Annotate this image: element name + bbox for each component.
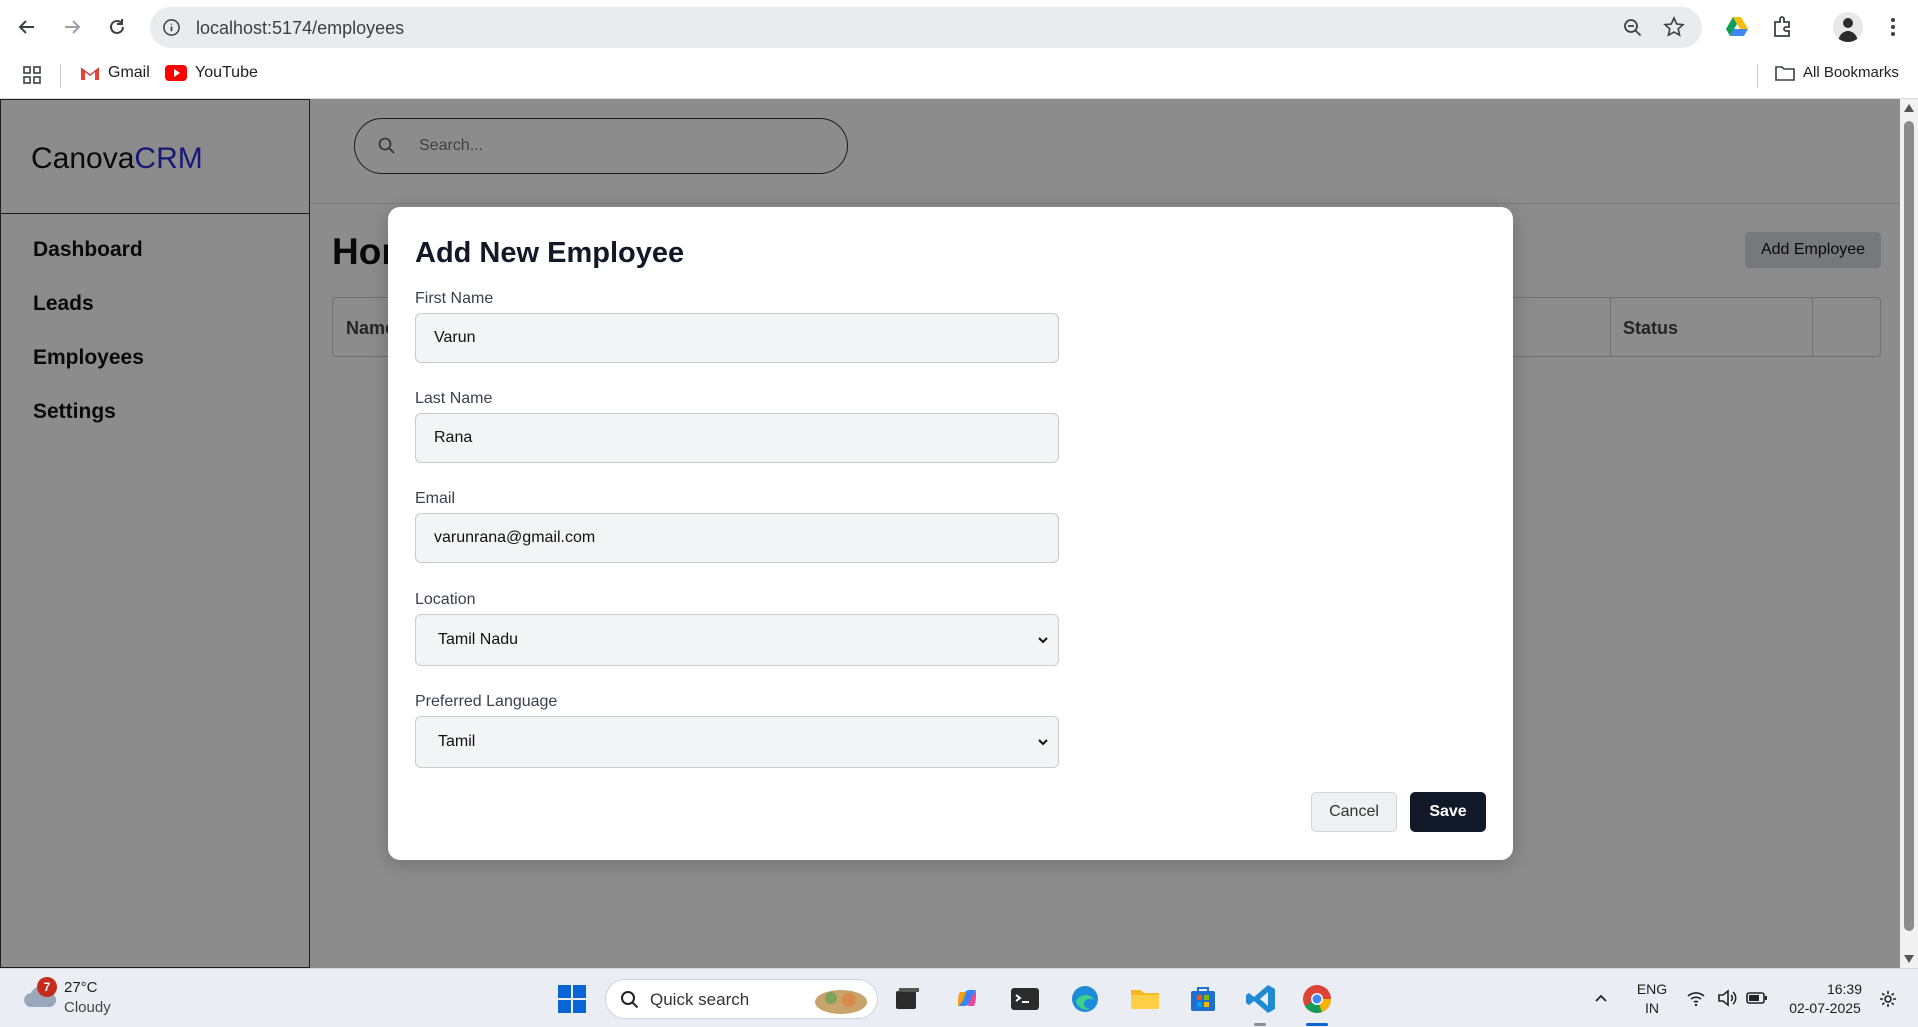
all-bookmarks-button[interactable]: All Bookmarks <box>1775 64 1899 81</box>
search-icon <box>621 991 639 1009</box>
google-drive-icon[interactable] <box>1724 14 1750 40</box>
email-field[interactable]: varunrana@gmail.com <box>415 513 1059 563</box>
divider <box>60 64 61 88</box>
all-bookmarks-label: All Bookmarks <box>1803 64 1899 81</box>
vscode-icon[interactable] <box>1244 982 1278 1016</box>
scroll-up-arrow-icon[interactable] <box>1904 104 1914 112</box>
clock[interactable]: 16:39 02-07-2025 <box>1780 981 1870 1016</box>
microsoft-store-icon[interactable] <box>1186 982 1220 1016</box>
back-button[interactable] <box>12 12 42 42</box>
zoom-icon[interactable] <box>1622 17 1644 39</box>
bookmark-star-icon[interactable] <box>1663 16 1685 38</box>
terminal-icon[interactable] <box>1008 982 1042 1016</box>
scroll-down-arrow-icon[interactable] <box>1904 955 1914 963</box>
weather-temperature: 27°C <box>64 979 98 996</box>
language-label: Preferred Language <box>415 693 558 710</box>
language-indicator[interactable]: ENG IN <box>1632 981 1672 1016</box>
first-name-label: First Name <box>415 290 494 307</box>
location-select[interactable]: Tamil Nadu <box>415 614 1059 666</box>
weather-description: Cloudy <box>64 999 111 1016</box>
divider <box>1757 64 1758 88</box>
reload-button[interactable] <box>102 12 132 42</box>
url-text: localhost:5174/employees <box>196 18 405 38</box>
save-button[interactable]: Save <box>1410 792 1486 832</box>
weather-alert-badge: 7 <box>37 977 57 997</box>
wifi-icon[interactable] <box>1686 989 1706 1007</box>
chevron-down-icon <box>1038 739 1048 746</box>
copilot-icon[interactable] <box>950 982 984 1016</box>
chevron-up-icon[interactable] <box>1592 989 1610 1007</box>
apps-grid-icon[interactable] <box>22 65 42 85</box>
last-name-label: Last Name <box>415 390 493 407</box>
notification-settings-icon[interactable] <box>1878 989 1898 1009</box>
youtube-icon <box>165 65 187 81</box>
gmail-icon <box>80 67 100 80</box>
edge-browser-icon[interactable] <box>1068 982 1102 1016</box>
browser-toolbar: localhost:5174/employees <box>0 0 1918 54</box>
windows-taskbar: 7 27°C Cloudy Quick search ENG IN 16:39 … <box>0 968 1918 1027</box>
more-menu-icon[interactable] <box>1880 14 1906 40</box>
clock-time: 16:39 <box>1826 981 1862 997</box>
extensions-icon[interactable] <box>1770 14 1796 40</box>
reload-icon <box>110 19 124 34</box>
profile-person-icon <box>1838 18 1858 42</box>
language-line-1: ENG <box>1636 981 1668 997</box>
active-app-indicator <box>1306 1023 1328 1026</box>
bookmark-youtube[interactable]: YouTube <box>165 64 258 82</box>
bookmark-gmail[interactable]: Gmail <box>80 64 150 82</box>
forward-button[interactable] <box>57 12 87 42</box>
language-select[interactable]: Tamil <box>415 716 1059 768</box>
running-indicator <box>1254 1023 1266 1026</box>
last-name-field[interactable]: Rana <box>415 413 1059 463</box>
task-view-icon[interactable] <box>890 982 924 1016</box>
scroll-thumb[interactable] <box>1904 121 1914 931</box>
bookmark-label: Gmail <box>108 64 150 81</box>
back-arrow-icon <box>18 20 34 34</box>
file-explorer-icon[interactable] <box>1128 982 1162 1016</box>
windows-start-icon[interactable] <box>555 982 589 1016</box>
language-selected-value: Tamil <box>438 733 476 750</box>
volume-icon[interactable] <box>1716 988 1738 1008</box>
location-selected-value: Tamil Nadu <box>438 631 519 648</box>
page-scrollbar[interactable] <box>1900 99 1918 968</box>
cancel-button[interactable]: Cancel <box>1311 792 1397 832</box>
bookmarks-bar: Gmail YouTube All Bookmarks <box>0 54 1918 99</box>
taskbar-search-label: Quick search <box>650 990 750 1009</box>
bookmark-label: YouTube <box>195 64 258 81</box>
chrome-icon[interactable] <box>1300 982 1334 1016</box>
first-name-field[interactable]: Varun <box>415 313 1059 363</box>
folder-icon <box>1775 65 1795 81</box>
language-line-2: IN <box>1645 1000 1659 1016</box>
site-info-icon[interactable] <box>162 18 181 37</box>
search-highlight-image-icon <box>815 990 867 1014</box>
clock-date: 02-07-2025 <box>1789 1000 1861 1016</box>
taskbar-search[interactable]: Quick search <box>605 979 878 1019</box>
battery-icon[interactable] <box>1746 990 1768 1006</box>
email-label: Email <box>415 490 456 507</box>
location-label: Location <box>415 591 476 608</box>
add-employee-modal: Add New Employee First Name Varun Last N… <box>388 207 1513 860</box>
profile-avatar[interactable] <box>1833 12 1863 42</box>
address-bar[interactable]: localhost:5174/employees <box>150 7 1702 48</box>
forward-arrow-icon <box>65 20 81 34</box>
modal-title: Add New Employee <box>415 237 685 269</box>
chevron-down-icon <box>1038 637 1048 644</box>
